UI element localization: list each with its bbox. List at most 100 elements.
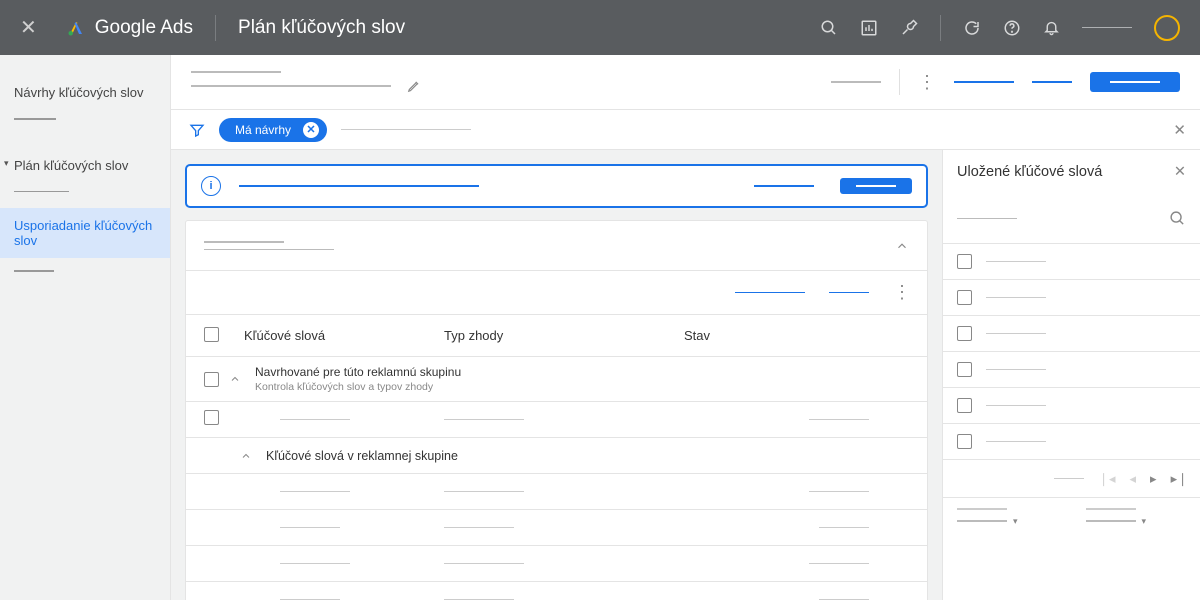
item-checkbox[interactable] (957, 434, 972, 449)
group-in-adgroup[interactable]: Kľúčové slová v reklamnej skupine (186, 438, 927, 474)
footer-dropdown-2[interactable]: ▾ (1086, 508, 1187, 527)
list-item[interactable] (943, 316, 1200, 352)
search-icon[interactable] (820, 19, 838, 37)
account-placeholder[interactable] (1082, 27, 1132, 29)
item-checkbox[interactable] (957, 326, 972, 341)
help-icon[interactable] (1003, 19, 1021, 37)
item-checkbox[interactable] (957, 398, 972, 413)
group-title: Navrhované pre túto reklamnú skupinu (255, 365, 461, 379)
keyword-placeholder (280, 563, 350, 565)
page-info-placeholder (1054, 478, 1084, 480)
primary-action-button[interactable] (1090, 72, 1180, 92)
col-status[interactable]: Stav (684, 328, 909, 343)
bell-icon[interactable] (1043, 19, 1060, 36)
ads-logo-icon (67, 19, 85, 37)
sidebar-placeholder (14, 118, 56, 120)
banner-link[interactable] (754, 185, 814, 187)
more-icon[interactable]: ⋮ (918, 72, 936, 93)
row-checkbox[interactable] (204, 410, 219, 425)
caret-down-icon: ▾ (1142, 516, 1147, 527)
plan-title-editable[interactable] (191, 71, 421, 93)
page-first-icon[interactable]: ❘◂ (1098, 471, 1115, 487)
card-link-1[interactable] (735, 292, 805, 294)
item-checkbox[interactable] (957, 290, 972, 305)
match-placeholder (444, 419, 524, 421)
tools-icon[interactable] (900, 19, 918, 37)
card-more-icon[interactable]: ⋮ (893, 282, 911, 303)
avatar[interactable] (1154, 15, 1180, 41)
keyword-placeholder (280, 419, 350, 421)
footer-dropdown-1[interactable]: ▾ (957, 508, 1058, 527)
toolbar-placeholder (831, 81, 881, 83)
filter-chip[interactable]: Má návrhy ✕ (219, 118, 327, 142)
sidebar-subitem-placeholder-2[interactable] (14, 270, 54, 272)
item-placeholder (986, 333, 1046, 335)
card-link-2[interactable] (829, 292, 869, 294)
toolbar-link-2[interactable] (1032, 81, 1072, 83)
header-separator (940, 15, 941, 41)
table-row[interactable] (186, 582, 927, 600)
match-placeholder (444, 563, 524, 565)
toolbar-separator (899, 69, 900, 95)
group-checkbox[interactable] (204, 372, 219, 387)
item-checkbox[interactable] (957, 254, 972, 269)
close-icon[interactable]: ✕ (20, 15, 37, 40)
list-item[interactable] (943, 424, 1200, 460)
chip-remove-icon[interactable]: ✕ (303, 122, 319, 138)
filter-placeholder (341, 129, 471, 131)
card-header[interactable] (186, 221, 927, 271)
product-logo[interactable]: Google Ads (67, 17, 193, 39)
col-keywords[interactable]: Kľúčové slová (244, 328, 444, 343)
sidebar-item-organize[interactable]: Usporiadanie kľúčových slov (0, 208, 170, 258)
banner-text-placeholder (239, 185, 479, 187)
item-placeholder (986, 369, 1046, 371)
sidebar-heading[interactable]: Návrhy kľúčových slov (0, 79, 170, 118)
toolbar-link-1[interactable] (954, 81, 1014, 83)
chevron-up-icon[interactable] (229, 373, 241, 385)
list-item[interactable] (943, 244, 1200, 280)
search-icon[interactable] (1169, 210, 1186, 227)
page-last-icon[interactable]: ▸❘ (1171, 471, 1188, 487)
select-all-checkbox[interactable] (204, 327, 219, 342)
filter-bar: Má návrhy ✕ ✕ (171, 110, 1200, 150)
match-placeholder (444, 491, 524, 493)
chevron-up-icon[interactable] (240, 450, 252, 462)
status-placeholder (809, 491, 869, 493)
table-row[interactable] (186, 546, 927, 582)
page-title: Plán kľúčových slov (238, 17, 405, 39)
keyword-placeholder (280, 491, 350, 493)
panel-close-icon[interactable]: ✕ (1174, 164, 1186, 180)
panel-title: Uložené kľúčové slová (957, 164, 1102, 180)
keyword-placeholder (280, 527, 340, 529)
product-name: Google Ads (95, 17, 193, 39)
status-placeholder (819, 527, 869, 529)
filter-chip-label: Má návrhy (235, 123, 291, 137)
filter-icon[interactable] (189, 122, 205, 138)
item-placeholder (986, 297, 1046, 299)
reports-icon[interactable] (860, 19, 878, 37)
table-row[interactable] (186, 402, 927, 438)
item-checkbox[interactable] (957, 362, 972, 377)
subgroup-title: Kľúčové slová v reklamnej skupine (266, 449, 458, 463)
table-row[interactable] (186, 474, 927, 510)
list-item[interactable] (943, 352, 1200, 388)
pencil-icon[interactable] (407, 79, 421, 93)
match-placeholder (444, 527, 514, 529)
list-item[interactable] (943, 280, 1200, 316)
sidebar-subitem-placeholder[interactable] (14, 191, 69, 193)
list-item[interactable] (943, 388, 1200, 424)
banner-action-button[interactable] (840, 178, 912, 194)
filter-close-icon[interactable]: ✕ (1173, 121, 1186, 139)
group-suggested[interactable]: Navrhované pre túto reklamnú skupinu Kon… (186, 357, 927, 402)
col-match-type[interactable]: Typ zhody (444, 328, 684, 343)
refresh-icon[interactable] (963, 19, 981, 37)
table-row[interactable] (186, 510, 927, 546)
page-next-icon[interactable]: ▸ (1150, 471, 1157, 487)
page-prev-icon[interactable]: ◂ (1130, 471, 1137, 487)
search-placeholder (957, 218, 1017, 220)
panel-search[interactable] (943, 194, 1200, 244)
chevron-up-icon[interactable] (895, 239, 909, 253)
panel-footer: ▾ ▾ (943, 498, 1200, 537)
info-icon: i (201, 176, 221, 196)
sidebar-item-plan[interactable]: Plán kľúčových slov (0, 150, 170, 181)
